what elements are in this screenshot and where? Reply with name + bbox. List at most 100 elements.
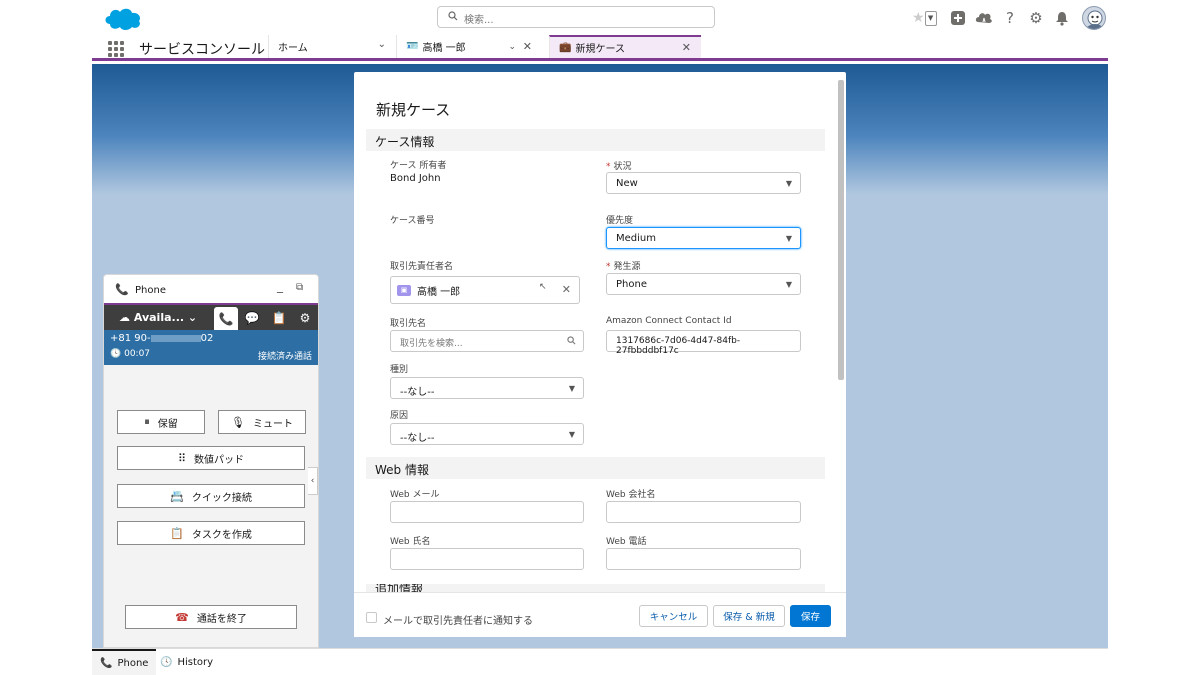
account-name-label: 取引先名 (390, 319, 427, 329)
close-tab-icon[interactable]: ✕ (523, 40, 532, 53)
search-icon (448, 11, 458, 21)
clock-icon: 🕓 (160, 657, 173, 668)
hold-button[interactable]: ⏸ 保留 (117, 410, 205, 434)
app-launcher-icon[interactable] (108, 41, 124, 57)
trailhead-icon[interactable] (974, 8, 994, 28)
agent-status-dropdown[interactable]: ☁ Availa... ⌄ (119, 311, 197, 324)
contact-lookup-field[interactable]: ▣ 高橋 一郎 ↖ ✕ (390, 276, 580, 304)
tab-new-case-label: 新規ケース (575, 44, 625, 55)
section-web-info[interactable]: Web 情報 (366, 457, 825, 479)
save-and-new-button[interactable]: 保存 & 新規 (713, 605, 785, 627)
setup-gear-icon[interactable]: ⚙ (1026, 8, 1046, 28)
favorites-dropdown-icon[interactable]: ▼ (924, 10, 937, 26)
global-search-input[interactable]: 検索... (437, 6, 715, 28)
ccp-task-tab-icon[interactable]: 📋 (267, 307, 291, 328)
clear-selection-icon[interactable]: ✕ (562, 283, 571, 296)
softphone-title: Phone (135, 285, 166, 296)
caller-number: +81 90- 02 (110, 333, 214, 344)
star-icon[interactable]: ★ (912, 10, 925, 26)
web-company-label: Web 会社名 (606, 490, 656, 500)
tab-actions-chevron-icon[interactable]: ⌄ (508, 42, 516, 52)
utility-bar: 📞 Phone 🕓 History (92, 648, 1108, 675)
dropdown-caret-icon: ▼ (568, 430, 575, 439)
user-avatar[interactable] (1082, 6, 1106, 30)
reason-select[interactable]: --なし-- ▼ (390, 423, 584, 445)
ccp-phone-tab-icon[interactable]: 📞 (214, 307, 238, 330)
dropdown-caret-icon: ▼ (785, 234, 792, 243)
minimize-icon[interactable]: _ (277, 279, 283, 293)
web-name-input[interactable] (390, 548, 584, 570)
favorites-control[interactable]: ★ ▼ (912, 9, 942, 27)
salesforce-logo[interactable] (102, 4, 144, 32)
notify-contact-checkbox[interactable] (366, 612, 377, 623)
selected-contact-pill[interactable]: ▣ 高橋 一郎 (393, 279, 541, 301)
phone-icon: 📞 (115, 283, 129, 296)
redacted-digits (150, 334, 201, 342)
softphone-panel: 📞 Phone _ ⧉ ☁ Availa... ⌄ 📞 💬 📋 ⚙ +81 90… (103, 274, 319, 648)
contact-card-icon: 🪪 (406, 41, 419, 52)
quick-connect-button[interactable]: 📇 クイック接続 (117, 484, 305, 508)
utility-phone-tab[interactable]: 📞 Phone (92, 649, 157, 675)
ccp-toolbar: ☁ Availa... ⌄ 📞 💬 📋 ⚙ (104, 305, 318, 330)
softphone-header: 📞 Phone _ ⧉ (104, 275, 318, 305)
form-footer: メールで取引先責任者に通知する キャンセル 保存 & 新規 保存 (354, 592, 846, 637)
tab-home-label: ホーム (278, 43, 308, 54)
close-tab-icon[interactable]: ✕ (682, 41, 691, 54)
notify-contact-label: メールで取引先責任者に通知する (383, 616, 533, 627)
cancel-button[interactable]: キャンセル (639, 605, 708, 627)
case-number-label: ケース番号 (390, 216, 435, 226)
case-owner-label: ケース 所有者 (390, 161, 447, 171)
active-call-info: +81 90- 02 🕓 00:07 接続済み通話 (104, 330, 318, 365)
global-create-icon[interactable] (948, 8, 968, 28)
search-placeholder: 検索... (464, 15, 494, 26)
section-case-info[interactable]: ケース情報 (366, 129, 825, 151)
utility-history-tab[interactable]: 🕓 History (152, 649, 221, 675)
account-search-input[interactable]: 取引先を検索... (390, 330, 584, 352)
web-phone-input[interactable] (606, 548, 801, 570)
create-task-button[interactable]: 📋 タスクを作成 (117, 521, 305, 545)
popout-icon[interactable]: ⧉ (296, 282, 303, 293)
collapse-panel-chevron-icon[interactable]: ‹ (308, 467, 318, 495)
priority-select[interactable]: Medium ▼ (606, 227, 801, 249)
status-select[interactable]: New ▼ (606, 172, 801, 194)
ccp-chat-tab-icon[interactable]: 💬 (240, 307, 264, 328)
save-button[interactable]: 保存 (790, 605, 831, 627)
tab-new-case[interactable]: 💼 新規ケース ✕ (549, 35, 701, 58)
web-company-input[interactable] (606, 501, 801, 523)
ccp-settings-gear-icon[interactable]: ⚙ (293, 307, 317, 328)
tab-contact[interactable]: 🪪 高橋 一郎 ⌄ ✕ (396, 35, 542, 58)
app-name: サービスコンソール (139, 42, 265, 58)
connect-contact-id-input[interactable]: 1317686c-7d06-4d47-84fb-27fbbddbf17c (606, 330, 801, 356)
help-icon[interactable]: ? (1000, 8, 1020, 28)
status-label: * 状況 (606, 162, 632, 172)
case-briefcase-icon: 💼 (559, 42, 572, 53)
scrollbar-thumb[interactable] (838, 80, 844, 380)
call-status: 接続済み通話 (257, 352, 312, 362)
web-name-label: Web 氏名 (390, 537, 431, 547)
service-console-app: 検索... ★ ▼ ? ⚙ サービスコンソール ホーム ⌄ 🪪 高橋 一郎 ⌄ … (92, 0, 1108, 675)
web-email-input[interactable] (390, 501, 584, 523)
tab-home[interactable]: ホーム ⌄ (268, 35, 392, 58)
end-call-button[interactable]: ☎ 通話を終了 (125, 605, 297, 629)
call-timer: 🕓 00:07 (110, 349, 151, 359)
microphone-icon: 🎙 (231, 415, 245, 429)
phone-icon: 📞 (100, 658, 113, 669)
origin-label: * 発生源 (606, 262, 641, 272)
origin-select[interactable]: Phone ▼ (606, 273, 801, 295)
form-scrollbar[interactable] (837, 72, 845, 592)
page-title: 新規ケース (376, 101, 451, 119)
dropdown-caret-icon: ▼ (568, 384, 575, 393)
keypad-button[interactable]: ⠿ 数値パッド (117, 446, 305, 470)
type-select[interactable]: --なし-- ▼ (390, 377, 584, 399)
clipboard-icon: 📋 (170, 526, 184, 540)
mouse-cursor-icon: ↖ (539, 282, 547, 292)
priority-label: 優先度 (606, 216, 634, 226)
agent-status-label: Availa... (133, 311, 185, 324)
reason-label: 原因 (390, 411, 409, 421)
nav-menu-chevron-icon[interactable]: ⌄ (378, 39, 386, 50)
notifications-bell-icon[interactable] (1052, 8, 1072, 28)
mute-button[interactable]: 🎙 ミュート (218, 410, 306, 434)
keypad-icon: ⠿ (177, 451, 187, 465)
contact-icon: ▣ (397, 284, 411, 296)
section-additional-info[interactable]: 追加情報 (366, 584, 825, 592)
